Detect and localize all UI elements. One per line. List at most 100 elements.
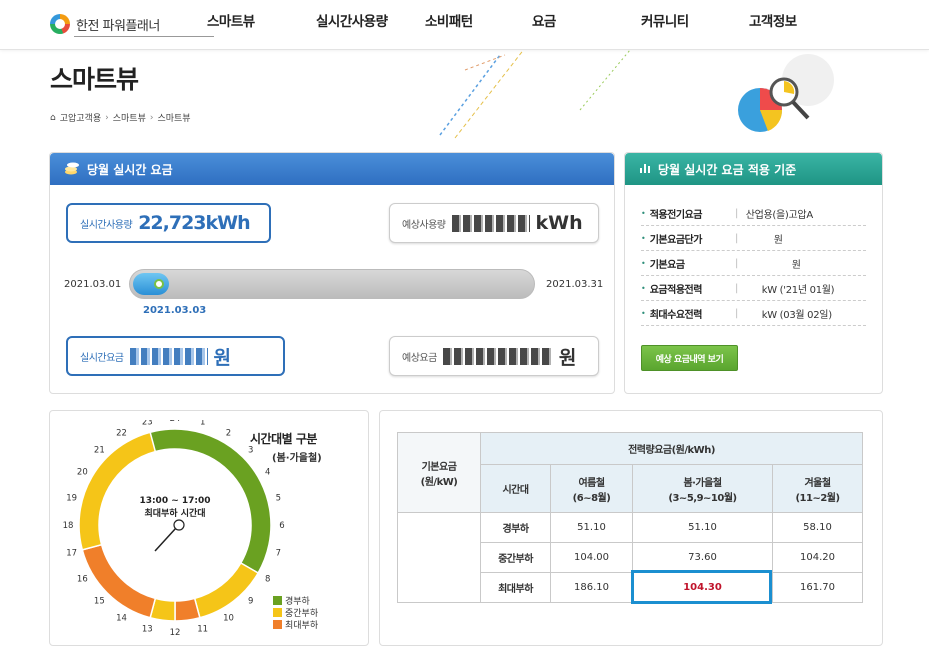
breadcrumb-item[interactable]: 고압고객용 <box>60 111 101 124</box>
separator: | <box>735 257 739 269</box>
clock-hour-label: 21 <box>94 445 105 455</box>
usage-value: 22,723kWh <box>138 212 250 234</box>
clock-hour-label: 20 <box>77 468 88 478</box>
logo[interactable]: 한전 파워플래너 <box>50 8 214 40</box>
rate-cell: 73.60 <box>632 542 773 573</box>
legend-swatch <box>273 595 282 605</box>
nav-item-consumption-pattern[interactable]: 소비패턴 <box>425 10 473 30</box>
breadcrumb-item[interactable]: 스마트뷰 <box>113 111 146 124</box>
separator: | <box>735 307 739 319</box>
nav-item-customer-info[interactable]: 고객정보 <box>749 10 797 30</box>
usage-bubble: 실시간사용량 22,723kWh <box>66 203 271 243</box>
criteria-row: • 적용전기요금 | 산업용(을)고압A <box>641 201 866 226</box>
expected-usage-label: 예상사용량 <box>402 219 446 231</box>
current-date: 2021.03.03 <box>143 305 207 316</box>
clock-hour-label: 23 <box>142 420 153 428</box>
criteria-key: 기본요금 <box>649 259 685 271</box>
logo-underline <box>74 36 214 37</box>
home-icon[interactable]: ⌂ <box>50 113 56 123</box>
criteria-value: kW (03월 02일) <box>761 309 832 321</box>
clock-segment <box>174 597 201 622</box>
realtime-panel-header: 당월 실시간 요금 <box>50 153 614 185</box>
redacted-value <box>442 347 553 365</box>
season-months: (11~2월) <box>795 492 840 504</box>
breadcrumb-item[interactable]: 스마트뷰 <box>157 111 190 124</box>
expected-charge-bubble: 예상요금 원 <box>389 336 599 376</box>
month-progress-bar <box>129 269 535 299</box>
criteria-key: 기본요금단가 <box>649 234 703 246</box>
clock-hour-label: 19 <box>66 493 77 503</box>
logo-icon <box>50 14 70 34</box>
clock-hour-label: 2 <box>226 428 231 438</box>
base-rate-cell <box>397 512 481 603</box>
clock-hour-label: 13 <box>142 624 153 634</box>
nav-item-community[interactable]: 커뮤니티 <box>641 10 689 30</box>
expected-usage-unit: kWh <box>535 212 583 234</box>
nav-item-smartview[interactable]: 스마트뷰 <box>207 10 255 30</box>
separator: | <box>735 282 739 294</box>
bullet-icon: • <box>641 233 646 243</box>
nav-item-realtime-usage[interactable]: 실시간사용량 <box>316 10 388 30</box>
rate-cell: 104.00 <box>550 542 633 573</box>
criteria-key: 적용전기요금 <box>649 209 703 221</box>
nav-item-rates[interactable]: 요금 <box>532 10 556 30</box>
base-rate-header: 기본요금 (원/kW) <box>397 432 481 513</box>
chevron-right-icon: › <box>105 112 109 123</box>
criteria-panel-header: 당월 실시간 요금 적용 기준 <box>625 153 882 185</box>
season-header: 겨울철 (11~2월) <box>772 464 863 513</box>
bullet-icon: • <box>641 258 646 268</box>
view-expected-charge-button[interactable]: 예상 요금내역 보기 <box>641 345 738 371</box>
criteria-value: kW ('21년 01월) <box>761 284 835 296</box>
legend-swatch <box>273 619 282 629</box>
bullet-icon: • <box>641 208 646 218</box>
clock-hour-label: 24 <box>170 420 181 424</box>
base-rate-unit: (원/kW) <box>420 476 458 488</box>
charge-label: 실시간요금 <box>80 352 124 364</box>
redacted-value <box>451 214 530 232</box>
clock-hour-label: 8 <box>265 575 270 585</box>
load-type-cell: 중간부하 <box>480 542 551 573</box>
clock-hour-label: 6 <box>279 521 284 531</box>
clock-hour-label: 1 <box>200 420 205 428</box>
season-name: 여름철 <box>578 477 605 489</box>
rate-cell: 186.10 <box>550 572 633 603</box>
end-date: 2021.03.31 <box>546 279 604 290</box>
legend-item: 중간부하 <box>273 606 318 619</box>
clock-segment <box>78 431 157 551</box>
clock-hour-label: 22 <box>116 428 127 438</box>
criteria-value: 산업용(을)고압A <box>745 209 813 221</box>
legend-item: 최대부하 <box>273 618 318 631</box>
start-date: 2021.03.01 <box>64 279 122 290</box>
season-months: (6~8월) <box>572 492 611 504</box>
criteria-key: 요금적용전력 <box>649 284 703 296</box>
clock-hour-label: 4 <box>265 468 270 478</box>
season-name: 겨울철 <box>804 477 831 489</box>
expected-charge-label: 예상요금 <box>402 352 437 364</box>
charge-bubble: 실시간요금 원 <box>66 336 285 376</box>
current-rate-cell: 104.30 <box>632 572 773 603</box>
separator: | <box>735 207 739 219</box>
charge-unit: 원 <box>213 346 231 369</box>
legend-item: 경부하 <box>273 594 318 607</box>
bullet-icon: • <box>641 308 646 318</box>
legend-swatch <box>273 607 282 617</box>
clock-legend: 경부하 중간부하 최대부하 <box>273 594 318 631</box>
bar-chart-icon <box>639 162 651 177</box>
clock-center-time: 13:00 ~ 17:00 <box>139 496 210 506</box>
bullet-icon: • <box>641 283 646 293</box>
criteria-row: • 기본요금단가 | 원 <box>641 226 866 251</box>
chevron-right-icon: › <box>149 112 154 123</box>
season-name: 봄·가을철 <box>683 477 722 489</box>
clock-hour-label: 7 <box>276 549 281 559</box>
clock-hour-label: 14 <box>116 614 127 624</box>
coin-icon <box>64 161 80 178</box>
rate-cell: 51.10 <box>632 512 773 543</box>
expected-usage-bubble: 예상사용량 kWh <box>389 203 599 243</box>
progress-knob <box>154 279 164 289</box>
rate-cell: 58.10 <box>772 512 863 543</box>
clock-hour-label: 9 <box>248 597 253 607</box>
energy-rate-header: 전력량요금(원/kWh) <box>480 432 863 465</box>
load-type-cell: 경부하 <box>480 512 551 543</box>
clock-hour-label: 11 <box>197 624 208 634</box>
clock-hour-label: 18 <box>63 521 74 531</box>
